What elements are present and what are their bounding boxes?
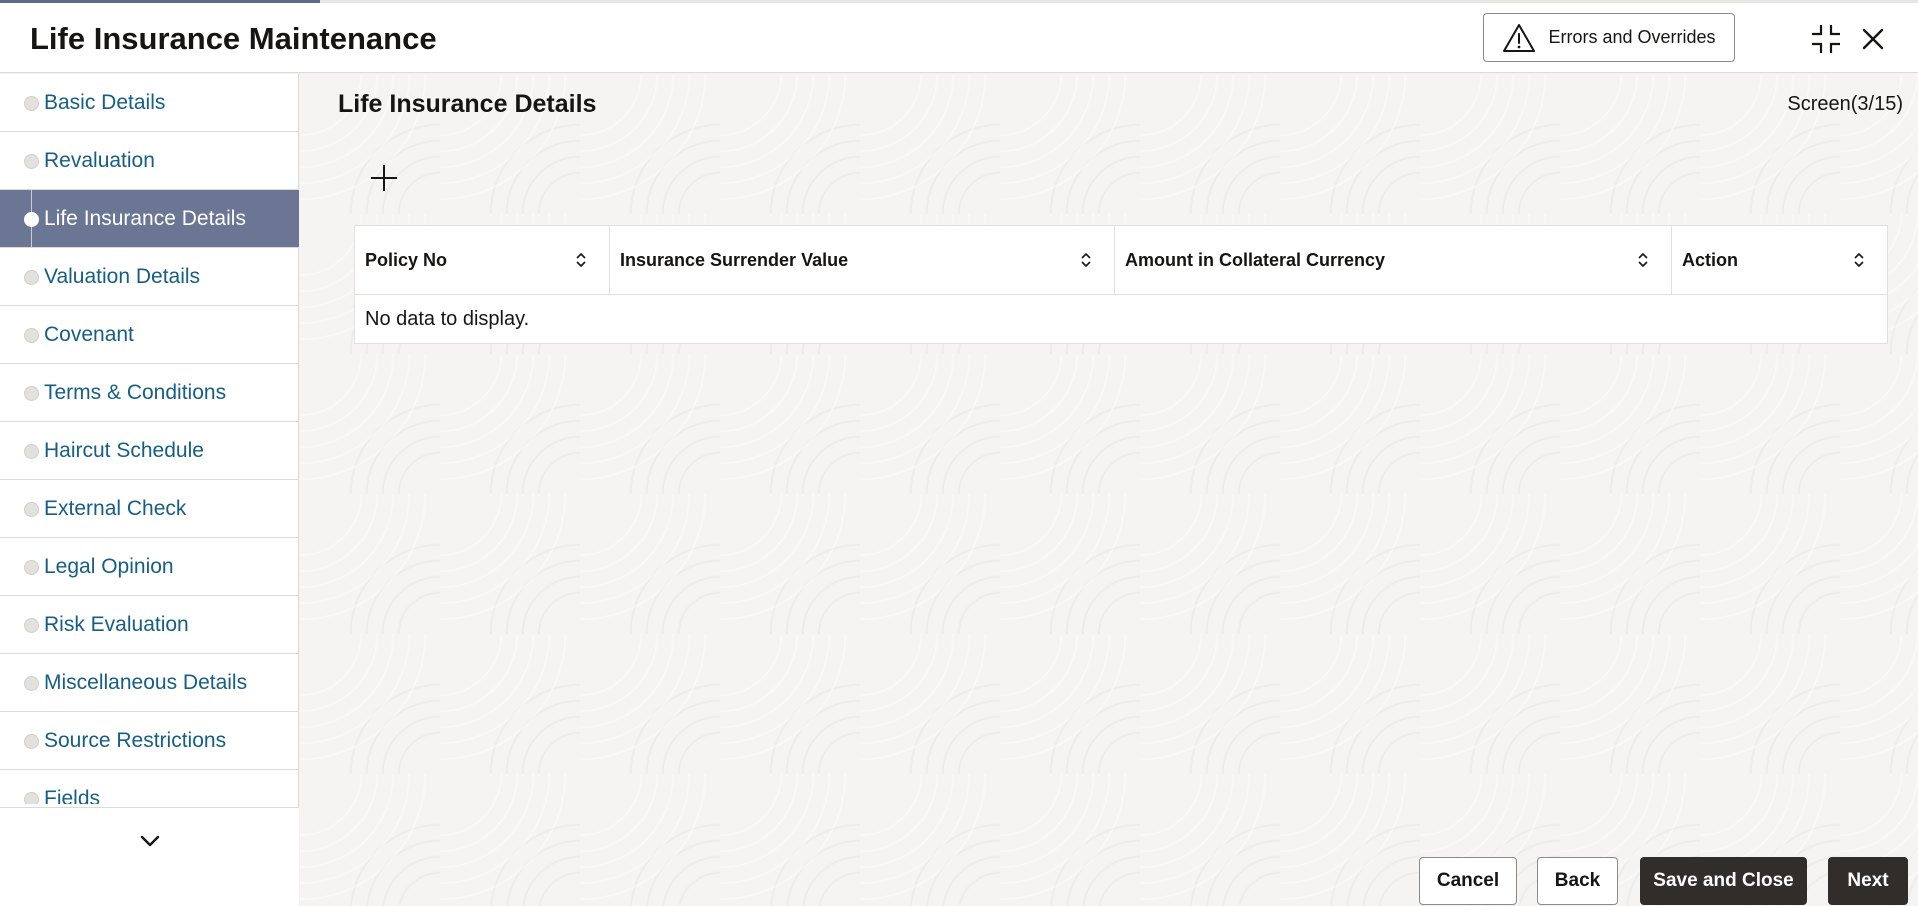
screen-indicator: Screen(3/15) <box>1787 93 1903 115</box>
sort-icon <box>1854 252 1864 268</box>
add-row-plus-icon[interactable] <box>366 160 402 196</box>
sidebar-item-covenant[interactable]: Covenant <box>0 306 299 364</box>
page-title: Life Insurance Maintenance <box>30 21 437 56</box>
column-header-policy-no[interactable]: Policy No <box>355 226 610 294</box>
sidebar-item-label: Miscellaneous Details <box>44 670 248 694</box>
sidebar-item-terms-conditions[interactable]: Terms & Conditions <box>0 364 299 422</box>
section-title: Life Insurance Details <box>338 90 597 118</box>
sidebar-item-label: Haircut Schedule <box>44 438 204 462</box>
column-header-label: Insurance Surrender Value <box>620 249 849 270</box>
save-and-close-button[interactable]: Save and Close <box>1640 857 1807 905</box>
sidebar-item-label: Fields <box>44 786 101 805</box>
step-dot-icon <box>24 791 39 804</box>
column-header-label: Action <box>1682 249 1738 270</box>
sidebar-item-label: Covenant <box>44 322 134 346</box>
sidebar-item-life-insurance-details[interactable]: Life Insurance Details <box>0 190 299 248</box>
step-dot-icon <box>24 501 39 517</box>
table-header: Policy No Insurance Surrender Value Amou… <box>355 226 1887 295</box>
sort-icon <box>1638 252 1648 268</box>
window-header: Life Insurance Maintenance Errors and Ov… <box>0 3 1918 73</box>
step-dot-icon <box>24 95 39 111</box>
sidebar-item-fields[interactable]: Fields <box>0 770 299 804</box>
step-dot-icon <box>24 443 39 459</box>
step-dot-icon <box>24 559 39 575</box>
next-button[interactable]: Next <box>1828 857 1908 905</box>
sidebar-item-legal-opinion[interactable]: Legal Opinion <box>0 538 299 596</box>
sidebar-item-label: External Check <box>44 496 187 520</box>
sidebar-item-label: Life Insurance Details <box>44 206 246 230</box>
sidebar-item-label: Revaluation <box>44 148 155 172</box>
step-dot-icon <box>24 385 39 401</box>
errors-and-overrides-button[interactable]: Errors and Overrides <box>1483 13 1735 62</box>
step-dot-icon <box>24 269 39 285</box>
sidebar-item-label: Source Restrictions <box>44 728 227 752</box>
step-dot-icon <box>24 153 39 169</box>
sidebar-item-label: Terms & Conditions <box>44 380 227 404</box>
close-icon[interactable] <box>1853 19 1893 59</box>
collapse-icon[interactable] <box>1806 19 1846 59</box>
column-header-label: Policy No <box>365 249 448 270</box>
sidebar-item-label: Basic Details <box>44 90 166 114</box>
step-dot-icon <box>24 211 39 227</box>
step-dot-icon <box>24 327 39 343</box>
main-content: Life Insurance Details Screen(3/15) Poli… <box>300 74 1918 906</box>
sidebar-list: Basic Details Revaluation Life Insurance… <box>0 74 299 804</box>
sort-icon <box>576 252 586 268</box>
step-dot-icon <box>24 675 39 691</box>
column-header-label: Amount in Collateral Currency <box>1125 249 1386 270</box>
sidebar-item-valuation-details[interactable]: Valuation Details <box>0 248 299 306</box>
table-body: No data to display. <box>355 295 1887 343</box>
sidebar-item-haircut-schedule[interactable]: Haircut Schedule <box>0 422 299 480</box>
cancel-button[interactable]: Cancel <box>1419 857 1517 905</box>
step-dot-icon <box>24 617 39 633</box>
sort-icon <box>1081 252 1091 268</box>
errors-button-label: Errors and Overrides <box>1548 27 1716 47</box>
column-header-insurance-surrender-value[interactable]: Insurance Surrender Value <box>610 226 1115 294</box>
sidebar-item-label: Valuation Details <box>44 264 201 288</box>
sidebar-item-risk-evaluation[interactable]: Risk Evaluation <box>0 596 299 654</box>
sidebar-item-external-check[interactable]: External Check <box>0 480 299 538</box>
empty-table-message: No data to display. <box>365 307 530 330</box>
sidebar-item-miscellaneous-details[interactable]: Miscellaneous Details <box>0 654 299 712</box>
column-header-action[interactable]: Action <box>1672 226 1887 294</box>
sidebar-item-revaluation[interactable]: Revaluation <box>0 132 299 190</box>
sidebar-item-label: Risk Evaluation <box>44 612 189 636</box>
sidebar-item-source-restrictions[interactable]: Source Restrictions <box>0 712 299 770</box>
back-button[interactable]: Back <box>1537 857 1618 905</box>
sidebar-navigation: Basic Details Revaluation Life Insurance… <box>0 74 299 906</box>
chevron-down-icon[interactable] <box>135 826 165 856</box>
step-dot-icon <box>24 733 39 749</box>
column-header-amount-in-collateral-currency[interactable]: Amount in Collateral Currency <box>1115 226 1672 294</box>
sidebar-item-basic-details[interactable]: Basic Details <box>0 74 299 132</box>
sidebar-item-label: Legal Opinion <box>44 554 174 578</box>
warning-triangle-icon <box>1503 23 1536 52</box>
sidebar-footer <box>0 807 299 906</box>
life-insurance-table: Policy No Insurance Surrender Value Amou… <box>354 225 1888 344</box>
